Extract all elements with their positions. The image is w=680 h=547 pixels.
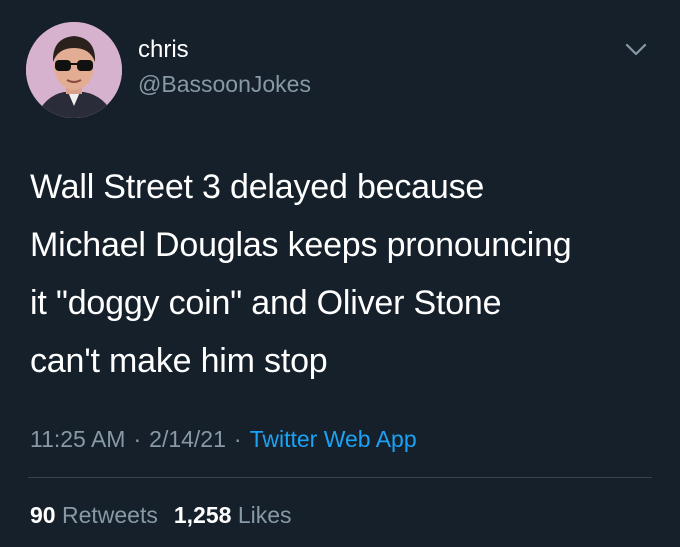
tweet-card: chris @BassoonJokes Wall Street 3 delaye… [0, 0, 680, 547]
tweet-text: Wall Street 3 delayed because Michael Do… [30, 168, 572, 380]
author-display-name[interactable]: chris [138, 36, 189, 64]
tweet-source-link[interactable]: Twitter Web App [250, 426, 417, 452]
likes-stat[interactable]: 1,258 Likes [174, 502, 292, 528]
profile-photo-icon [26, 22, 122, 118]
meta-separator: · [233, 426, 242, 452]
tweet-stats: 90 Retweets 1,258 Likes [30, 500, 292, 530]
avatar[interactable] [26, 22, 122, 118]
divider [28, 477, 652, 478]
retweets-stat[interactable]: 90 Retweets [30, 502, 158, 528]
meta-separator: · [133, 426, 142, 452]
retweets-label: Retweets [61, 502, 158, 528]
likes-count: 1,258 [173, 502, 232, 528]
tweet-time[interactable]: 11:25 AM [30, 426, 125, 452]
retweets-count: 90 [30, 502, 56, 528]
chevron-down-icon[interactable] [622, 38, 650, 62]
tweet-meta: 11:25 AM · 2/14/21 · Twitter Web App [30, 424, 417, 454]
tweet-date[interactable]: 2/14/21 [149, 426, 226, 452]
likes-label: Likes [237, 502, 292, 528]
author-handle[interactable]: @BassoonJokes [138, 70, 311, 98]
